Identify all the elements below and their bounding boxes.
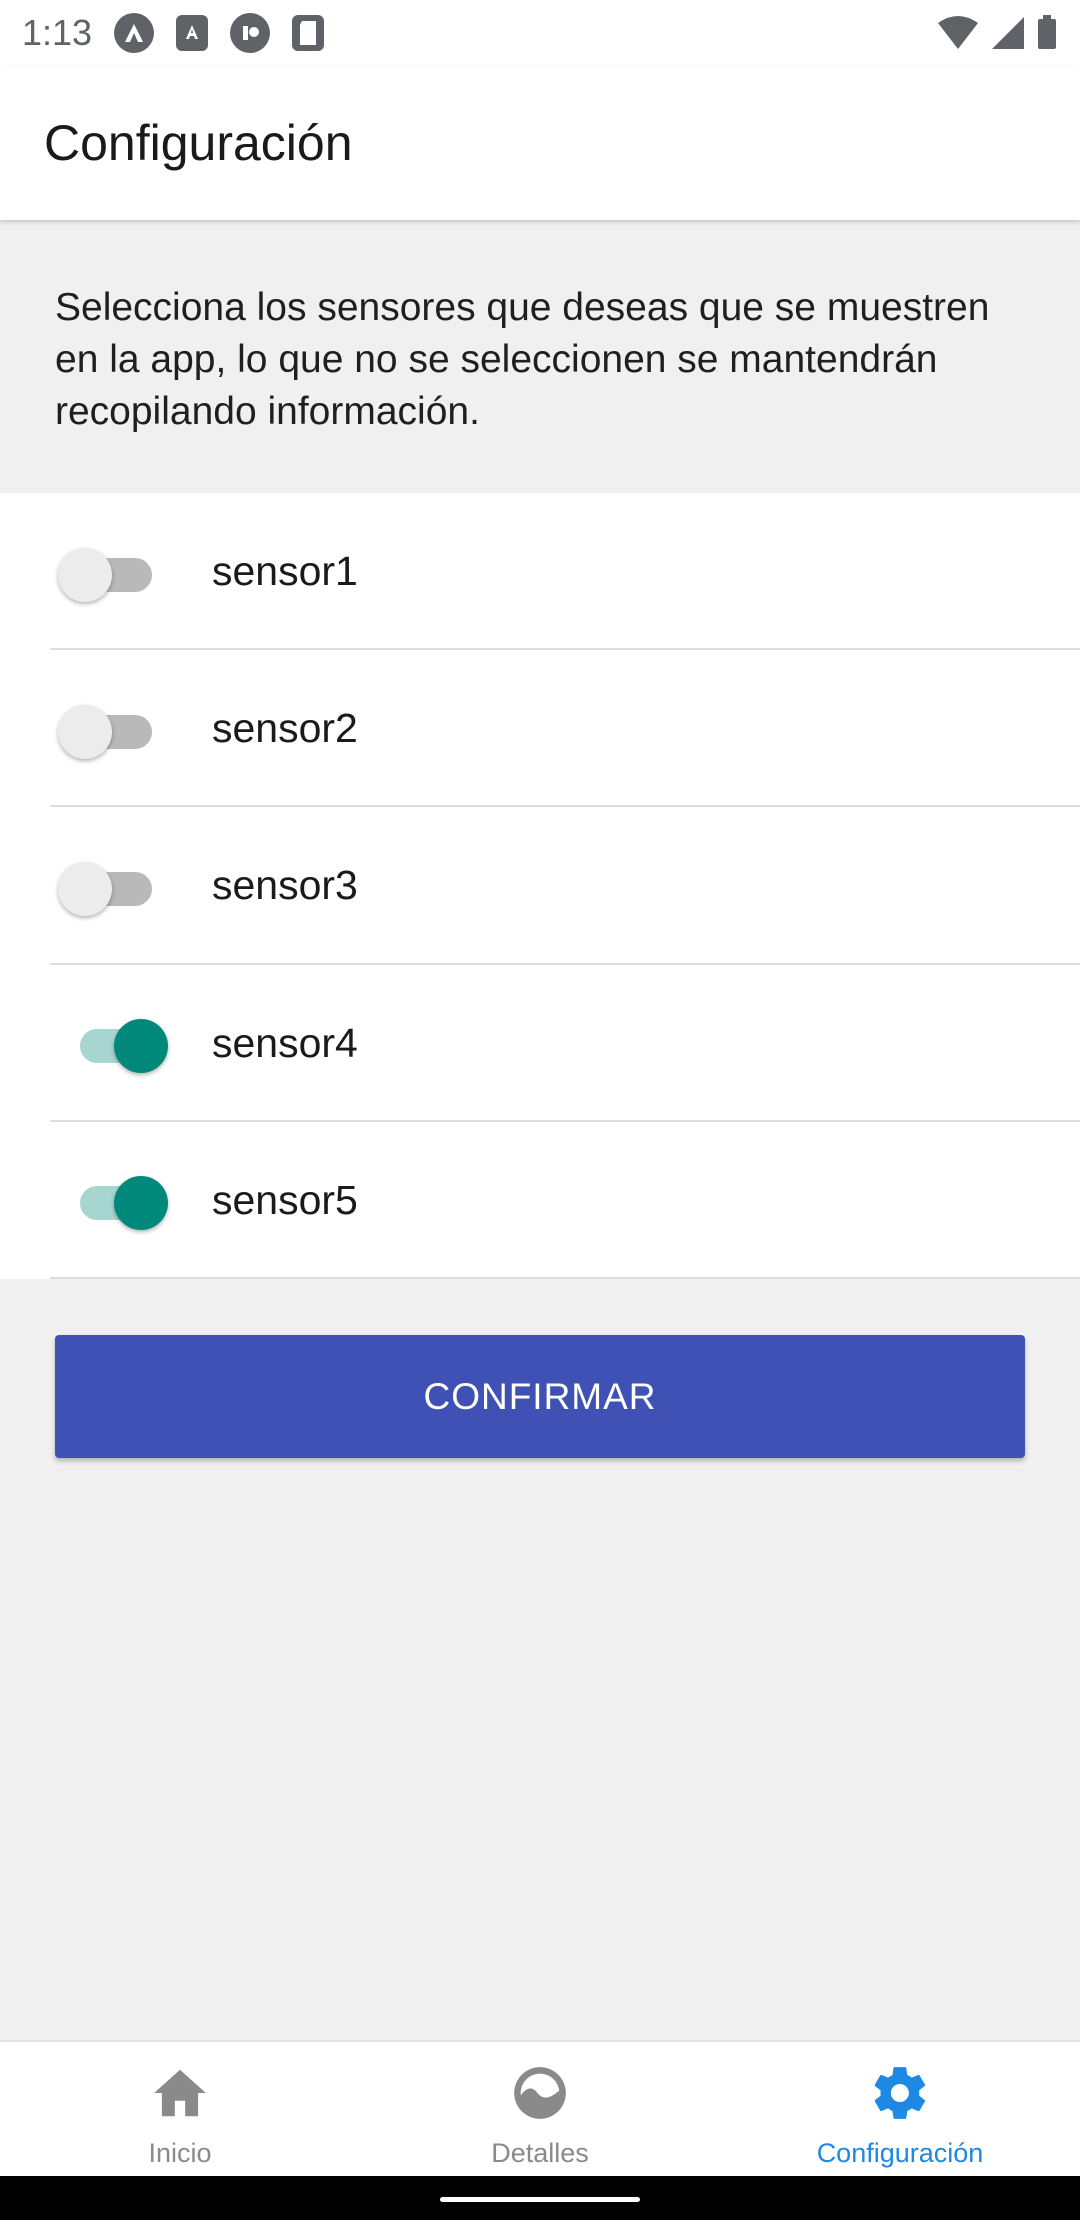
switch-thumb [114, 1019, 168, 1074]
home-icon [154, 2069, 206, 2117]
status-bar: 1:13 [0, 0, 1080, 66]
sd-card-icon [292, 15, 325, 51]
sensor-row-4: sensor4 [0, 965, 1080, 1122]
nav-label: Configuración [816, 2138, 984, 2168]
sensor-label: sensor5 [212, 1176, 358, 1223]
divider [50, 1276, 1080, 1279]
sensor-label: sensor3 [212, 862, 358, 909]
switch-thumb [114, 1176, 168, 1231]
sync-notification-icon [230, 13, 271, 53]
system-navigation-bar [0, 2176, 1080, 2220]
chart-circle-icon [514, 2067, 566, 2119]
gear-icon [874, 2067, 926, 2119]
page-title: Configuración [44, 115, 353, 171]
sensor-label: sensor2 [212, 705, 358, 752]
sensor-row-1: sensor1 [0, 493, 1080, 651]
sensor-label: sensor1 [212, 548, 358, 595]
wifi-icon [938, 16, 978, 49]
confirm-button[interactable]: CONFIRMAR [55, 1335, 1025, 1458]
switch-thumb [58, 704, 112, 759]
sensor1-toggle[interactable] [58, 542, 170, 602]
nav-item-inicio[interactable]: Inicio [0, 2042, 360, 2176]
app-bar: Configuración [0, 66, 1080, 220]
switch-thumb [58, 547, 112, 602]
sensor-row-3: sensor3 [0, 807, 1080, 965]
sensor3-toggle[interactable] [58, 856, 170, 916]
home-gesture-handle[interactable] [440, 2197, 640, 2202]
sensor5-toggle[interactable] [58, 1170, 170, 1231]
nav-item-configuracion[interactable]: Configuración [720, 2042, 1080, 2176]
text-notification-icon [176, 15, 209, 51]
sensor4-toggle[interactable] [58, 1013, 170, 1074]
nav-label: Inicio [148, 2138, 212, 2168]
sensor2-toggle[interactable] [58, 699, 170, 759]
switch-thumb [58, 861, 112, 916]
description-text: Selecciona los sensores que deseas que s… [55, 286, 990, 433]
sensor-label: sensor4 [212, 1019, 358, 1066]
nav-label: Detalles [491, 2138, 589, 2168]
battery-icon [1038, 15, 1056, 49]
status-time: 1:13 [22, 12, 93, 53]
sensor-row-5: sensor5 [0, 1122, 1080, 1279]
sensor-list: sensor1 sensor2 sensor3 sensor4 sensor5 [0, 493, 1080, 1279]
bottom-navigation: Inicio Detalles Configuración [0, 2040, 1080, 2176]
sensor-row-2: sensor2 [0, 650, 1080, 808]
description-section: Selecciona los sensores que deseas que s… [0, 220, 1080, 493]
app-notification-icon [114, 13, 155, 53]
signal-icon [992, 17, 1024, 49]
nav-item-detalles[interactable]: Detalles [360, 2042, 720, 2176]
notification-icons [114, 13, 325, 53]
system-status-icons [936, 15, 1058, 51]
